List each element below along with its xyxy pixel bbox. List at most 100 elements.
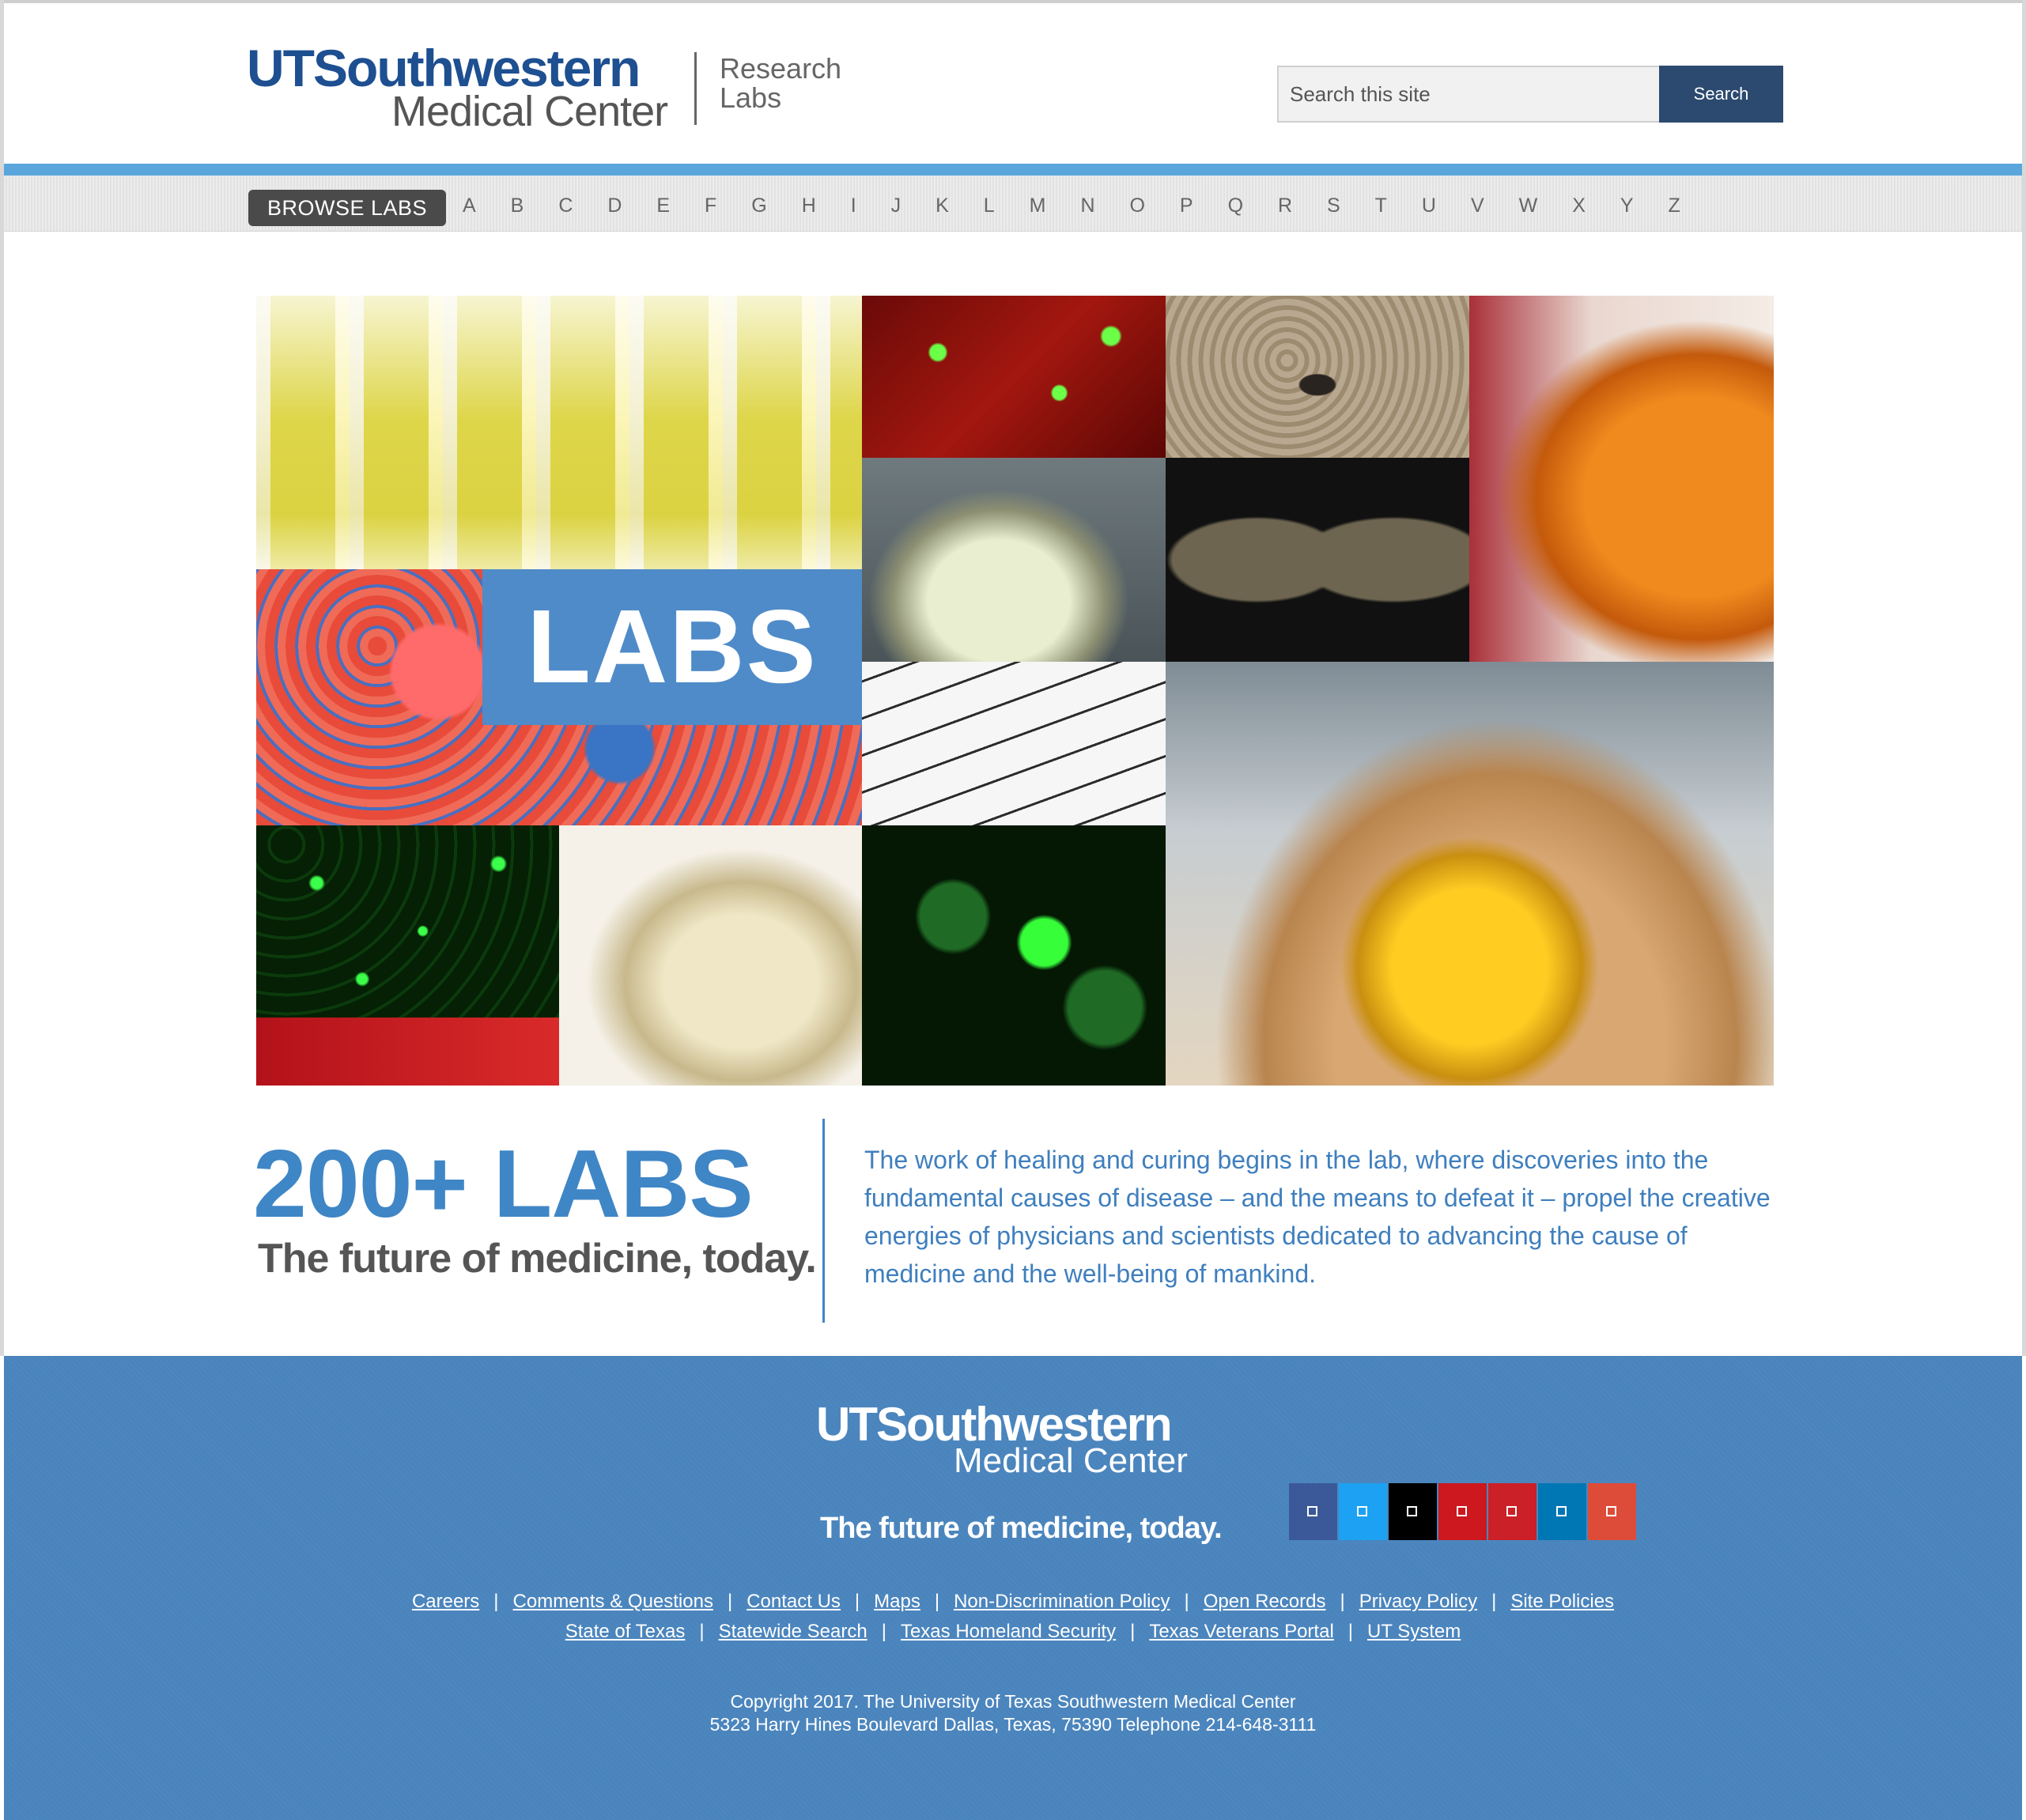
labs-count-headline: 200+ LABS <box>253 1130 754 1237</box>
chemistry-notes-image <box>862 662 1166 825</box>
letter-link-u[interactable]: U <box>1422 190 1436 225</box>
search-input[interactable] <box>1277 66 1659 123</box>
link-separator: | <box>727 1591 733 1612</box>
copyright-line-2: 5323 Harry Hines Boulevard Dallas, Texas… <box>709 1714 1317 1735</box>
footer-tagline: The future of medicine, today. <box>820 1512 1223 1545</box>
header-accent-rule <box>4 164 2022 176</box>
footer-link-state-of-texas[interactable]: State of Texas <box>565 1621 686 1642</box>
letter-link-r[interactable]: R <box>1278 190 1292 225</box>
browse-bar: BROWSE LABS ABCDEFG HIJKLMNO PQRSTUVWXYZ <box>4 176 2022 232</box>
letter-link-p[interactable]: P <box>1180 190 1193 225</box>
footer-link-privacy-policy[interactable]: Privacy Policy <box>1359 1591 1477 1612</box>
orange-flask-image <box>1469 296 1774 662</box>
footer-link-contact-us[interactable]: Contact Us <box>747 1591 841 1612</box>
top-border <box>0 0 2026 3</box>
confocal-cells-image <box>862 825 1166 1086</box>
brain-section-image <box>1166 458 1469 662</box>
footer-link-texas-homeland-security[interactable]: Texas Homeland Security <box>901 1621 1116 1642</box>
link-separator: | <box>854 1591 860 1612</box>
link-separator: | <box>1130 1621 1136 1642</box>
glassware-image <box>559 825 862 1086</box>
browse-labs-button[interactable]: BROWSE LABS <box>248 190 446 226</box>
footer-logo-medical-center: Medical Center <box>954 1441 1188 1480</box>
letter-link-q[interactable]: Q <box>1228 190 1243 225</box>
letter-link-y[interactable]: Y <box>1620 190 1634 225</box>
letter-link-w[interactable]: W <box>1519 190 1538 225</box>
footer-link-careers[interactable]: Careers <box>412 1591 479 1612</box>
instagram-button[interactable] <box>1389 1483 1437 1540</box>
logo-medical-center: Medical Center <box>391 88 668 135</box>
footer-link-open-records[interactable]: Open Records <box>1204 1591 1326 1612</box>
footer-link-site-policies[interactable]: Site Policies <box>1510 1591 1614 1612</box>
search-form: Search <box>1277 66 1783 123</box>
logo-divider <box>694 52 697 125</box>
right-border <box>2022 0 2026 1356</box>
letter-link-i[interactable]: I <box>851 190 856 225</box>
labs-overlay-text: LABS <box>527 588 818 704</box>
letter-link-l[interactable]: L <box>984 190 995 225</box>
site-logo[interactable]: UTSouthwestern Medical Center Research L… <box>247 38 848 135</box>
test-tubes-image <box>256 296 862 569</box>
page: UTSouthwestern Medical Center Research L… <box>0 0 2026 1820</box>
link-separator: | <box>1340 1591 1345 1612</box>
footer-links-row-1: Careers | Comments & Questions | Contact Us |… <box>0 1591 2026 1613</box>
letter-link-d[interactable]: D <box>607 190 622 225</box>
google-plus-button[interactable] <box>1588 1483 1636 1540</box>
letter-link-s[interactable]: S <box>1327 190 1340 225</box>
footer-link-non-discrimination-policy[interactable]: Non-Discrimination Policy <box>954 1591 1170 1612</box>
neurons-image <box>862 296 1166 458</box>
logo-subtitle-line1: Research <box>720 52 842 85</box>
footer-link-maps[interactable]: Maps <box>874 1591 920 1612</box>
tagline: The future of medicine, today. <box>258 1236 817 1282</box>
letter-link-h[interactable]: H <box>802 190 816 225</box>
link-separator: | <box>699 1621 705 1642</box>
linkedin-icon <box>1556 1506 1567 1516</box>
social-links <box>1289 1483 1636 1540</box>
facebook-button[interactable] <box>1289 1483 1337 1540</box>
logo-subtitle: Research Labs <box>720 54 841 112</box>
green-fluorescence-image <box>256 825 559 1018</box>
letter-link-t[interactable]: T <box>1375 190 1387 225</box>
link-separator: | <box>1184 1591 1189 1612</box>
letter-link-k[interactable]: K <box>936 190 949 225</box>
letter-link-o[interactable]: O <box>1129 190 1144 225</box>
letter-link-b[interactable]: B <box>511 190 524 225</box>
letter-link-n[interactable]: N <box>1080 190 1094 225</box>
search-button[interactable]: Search <box>1659 66 1783 123</box>
letter-link-v[interactable]: V <box>1471 190 1484 225</box>
labs-overlay-box: LABS <box>482 569 862 725</box>
letter-link-g[interactable]: G <box>751 190 766 225</box>
link-separator: | <box>1491 1591 1497 1612</box>
letter-link-j[interactable]: J <box>891 190 901 225</box>
footer-logo[interactable]: UTSouthwestern Medical Center <box>816 1397 1227 1492</box>
letter-link-e[interactable]: E <box>656 190 670 225</box>
google-plus-icon <box>1606 1506 1616 1516</box>
facebook-icon <box>1307 1506 1317 1516</box>
copyright-line-1: Copyright 2017. The University of Texas … <box>730 1691 1296 1712</box>
link-separator: | <box>934 1591 940 1612</box>
youtube-icon <box>1457 1506 1467 1516</box>
letter-link-z[interactable]: Z <box>1669 190 1680 225</box>
alphabet-nav: ABCDEFG HIJKLMNO PQRSTUVWXYZ <box>463 190 1680 225</box>
letter-link-m[interactable]: M <box>1030 190 1046 225</box>
twitter-icon <box>1357 1506 1367 1516</box>
footer-link-comments-questions[interactable]: Comments & Questions <box>513 1591 713 1612</box>
letter-link-a[interactable]: A <box>463 190 476 225</box>
hero-collage: LABS <box>256 296 1774 1086</box>
linkedin-button[interactable] <box>1538 1483 1586 1540</box>
youtube-button[interactable] <box>1438 1483 1487 1540</box>
twitter-button[interactable] <box>1339 1483 1387 1540</box>
round-flask-image <box>862 458 1166 662</box>
tissue-micrograph-image <box>1166 296 1469 458</box>
letter-link-f[interactable]: F <box>705 190 716 225</box>
link-separator: | <box>493 1591 499 1612</box>
footer-link-texas-veterans-portal[interactable]: Texas Veterans Portal <box>1149 1621 1333 1642</box>
footer-link-statewide-search[interactable]: Statewide Search <box>719 1621 867 1642</box>
footer-link-ut-system[interactable]: UT System <box>1367 1621 1461 1642</box>
red-strip-image <box>256 1018 559 1086</box>
link-separator: | <box>881 1621 886 1642</box>
letter-link-c[interactable]: C <box>558 190 573 225</box>
letter-link-x[interactable]: X <box>1572 190 1586 225</box>
intro-divider <box>822 1119 825 1323</box>
pinterest-button[interactable] <box>1488 1483 1537 1540</box>
